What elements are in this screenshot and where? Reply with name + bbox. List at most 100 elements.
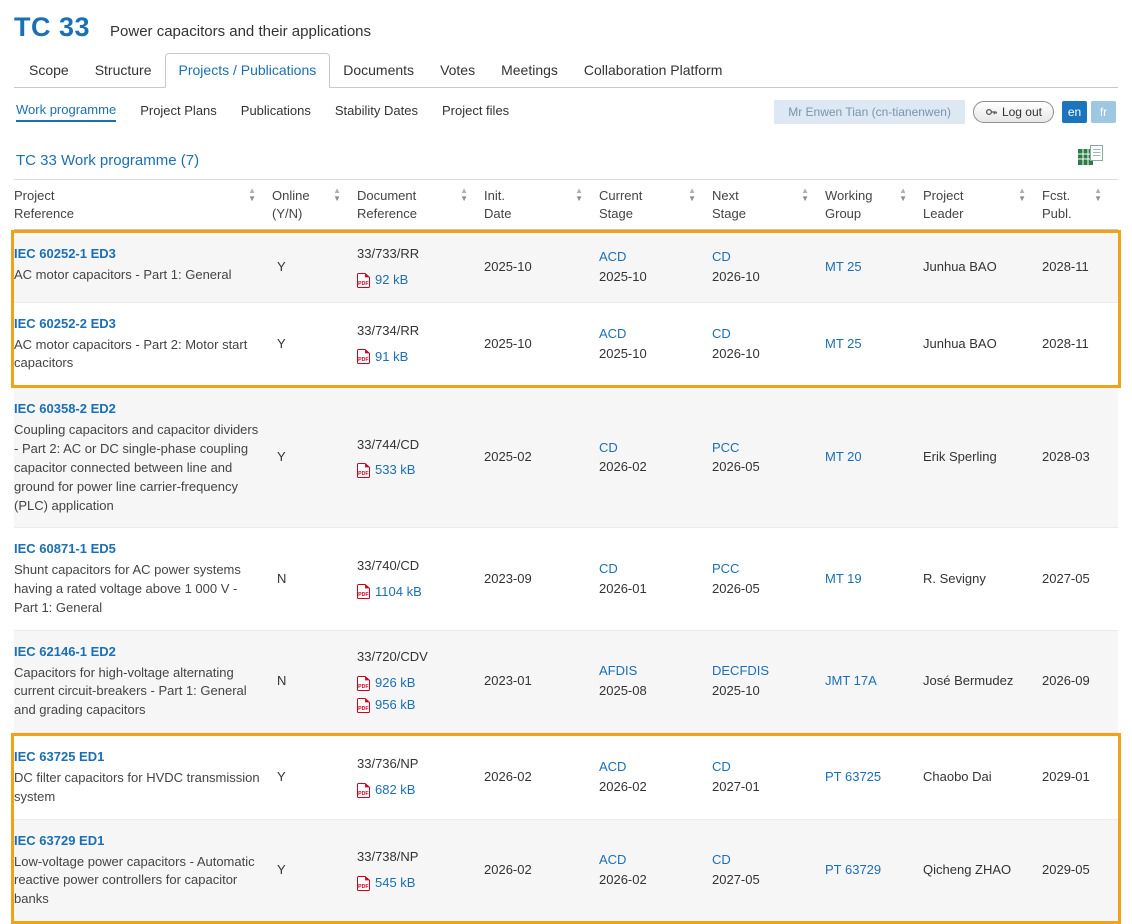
next-stage-link[interactable]: PCC <box>712 439 815 458</box>
column-label: Date <box>484 205 511 223</box>
next-stage-link[interactable]: CD <box>712 758 815 777</box>
pdf-file: PDF92 kB <box>357 271 474 290</box>
pdf-size-link[interactable]: 92 kB <box>375 271 408 290</box>
pdf-file: PDF 545 kB <box>357 874 474 893</box>
init-date: 2023-09 <box>484 528 599 629</box>
sort-desc-icon[interactable]: ▼ <box>1018 195 1026 203</box>
excel-export-icon[interactable] <box>1077 144 1116 169</box>
sort-desc-icon[interactable]: ▼ <box>899 195 907 203</box>
online-flag: N <box>272 528 357 629</box>
subtab-project-files[interactable]: Project files <box>442 103 509 121</box>
column-header-online[interactable]: Online(Y/N)▲▼ <box>272 180 357 229</box>
current-stage-link[interactable]: AFDIS <box>599 662 702 681</box>
next-stage-link[interactable]: PCC <box>712 560 815 579</box>
page-title: TC 33 Work programme (7) <box>16 152 199 169</box>
next-stage-date: 2026-05 <box>712 580 815 599</box>
pdf-file: PDF91 kB <box>357 348 474 367</box>
next-stage-date: 2026-10 <box>712 345 815 364</box>
current-stage-link[interactable]: ACD <box>599 248 702 267</box>
pdf-size-link[interactable]: 533 kB <box>375 461 415 480</box>
sort-desc-icon[interactable]: ▼ <box>575 195 583 203</box>
sort-arrows[interactable]: ▲▼ <box>1018 187 1026 202</box>
sub-navigation: Work programme Project Plans Publications S… <box>14 88 1118 130</box>
working-group-link[interactable]: MT 20 <box>825 448 913 467</box>
working-group-link[interactable]: JMT 17A <box>825 672 913 691</box>
next-stage-link[interactable]: CD <box>712 851 815 870</box>
current-stage-link[interactable]: CD <box>599 439 702 458</box>
working-group-link[interactable]: PT 63729 <box>825 861 913 880</box>
project-reference-link[interactable]: IEC 60871-1 ED5 <box>14 540 262 559</box>
sort-desc-icon[interactable]: ▼ <box>333 195 341 203</box>
subtab-work-programme[interactable]: Work programme <box>16 102 116 122</box>
sort-desc-icon[interactable]: ▼ <box>248 195 256 203</box>
tab-documents[interactable]: Documents <box>330 54 427 87</box>
column-header-project-reference[interactable]: ProjectReference▲▼ <box>14 180 272 229</box>
logout-button[interactable]: Log out <box>973 101 1054 123</box>
sort-desc-icon[interactable]: ▼ <box>1094 195 1102 203</box>
tab-structure[interactable]: Structure <box>82 54 165 87</box>
working-group-link[interactable]: MT 19 <box>825 570 913 589</box>
pdf-icon: PDF <box>357 584 370 599</box>
highlight-group: IEC 63725 ED1DC filter capacitors for HV… <box>11 733 1121 924</box>
sort-arrows[interactable]: ▲▼ <box>248 187 256 202</box>
tab-meetings[interactable]: Meetings <box>488 54 571 87</box>
document-reference: 33/733/RR <box>357 245 474 264</box>
subtab-project-plans[interactable]: Project Plans <box>140 103 217 121</box>
sort-arrows[interactable]: ▲▼ <box>575 187 583 202</box>
tab-votes[interactable]: Votes <box>427 54 488 87</box>
column-label: Stage <box>599 205 642 223</box>
column-header-init-date[interactable]: Init.Date▲▼ <box>484 180 599 229</box>
language-en[interactable]: en <box>1062 101 1087 123</box>
working-group-link[interactable]: MT 25 <box>825 258 913 277</box>
pdf-size-link[interactable]: 91 kB <box>375 348 408 367</box>
column-header-working-group[interactable]: WorkingGroup▲▼ <box>825 180 923 229</box>
sort-arrows[interactable]: ▲▼ <box>801 187 809 202</box>
column-header-forecast-publication[interactable]: Fcst.Publ.▲▼ <box>1042 180 1118 229</box>
project-reference-link[interactable]: IEC 63725 ED1 <box>14 748 262 767</box>
project-reference-link[interactable]: IEC 62146-1 ED2 <box>14 643 262 662</box>
current-stage-link[interactable]: ACD <box>599 758 702 777</box>
project-title: Shunt capacitors for AC power systems ha… <box>14 561 262 618</box>
sort-desc-icon[interactable]: ▼ <box>460 195 468 203</box>
language-fr[interactable]: fr <box>1091 101 1116 123</box>
pdf-size-link[interactable]: 1104 kB <box>375 583 422 602</box>
project-reference-link[interactable]: IEC 60252-1 ED3 <box>14 245 262 264</box>
subtab-publications[interactable]: Publications <box>241 103 311 121</box>
next-stage-link[interactable]: CD <box>712 248 815 267</box>
column-header-current-stage[interactable]: CurrentStage▲▼ <box>599 180 712 229</box>
subtab-stability-dates[interactable]: Stability Dates <box>335 103 418 121</box>
pdf-icon: PDF <box>357 783 370 798</box>
column-label: Publ. <box>1042 205 1072 223</box>
project-reference-link[interactable]: IEC 60252-2 ED3 <box>14 315 262 334</box>
sort-arrows[interactable]: ▲▼ <box>1094 187 1102 202</box>
column-label: (Y/N) <box>272 205 310 223</box>
current-stage-link[interactable]: ACD <box>599 325 702 344</box>
tab-scope[interactable]: Scope <box>16 54 82 87</box>
sort-desc-icon[interactable]: ▼ <box>688 195 696 203</box>
project-reference-link[interactable]: IEC 60358-2 ED2 <box>14 400 262 419</box>
tab-projects-publications[interactable]: Projects / Publications <box>165 53 331 88</box>
column-header-document-reference[interactable]: DocumentReference▲▼ <box>357 180 484 229</box>
sort-arrows[interactable]: ▲▼ <box>688 187 696 202</box>
sort-arrows[interactable]: ▲▼ <box>899 187 907 202</box>
working-group-link[interactable]: MT 25 <box>825 335 913 354</box>
column-label: Leader <box>923 205 963 223</box>
current-stage-link[interactable]: ACD <box>599 851 702 870</box>
sort-arrows[interactable]: ▲▼ <box>460 187 468 202</box>
next-stage-link[interactable]: CD <box>712 325 815 344</box>
pdf-size-link[interactable]: 956 kB <box>375 696 415 715</box>
language-switcher: enfr <box>1062 101 1116 123</box>
project-leader: Chaobo Dai <box>923 736 1042 819</box>
pdf-size-link[interactable]: 682 kB <box>375 781 415 800</box>
tab-collaboration-platform[interactable]: Collaboration Platform <box>571 54 736 87</box>
pdf-size-link[interactable]: 545 kB <box>375 874 415 893</box>
column-header-next-stage[interactable]: NextStage▲▼ <box>712 180 825 229</box>
working-group-link[interactable]: PT 63725 <box>825 768 913 787</box>
sort-desc-icon[interactable]: ▼ <box>801 195 809 203</box>
current-stage-link[interactable]: CD <box>599 560 702 579</box>
svg-text:PDF: PDF <box>358 884 368 890</box>
sort-arrows[interactable]: ▲▼ <box>333 187 341 202</box>
pdf-size-link[interactable]: 926 kB <box>375 674 415 693</box>
next-stage-link[interactable]: DECFDIS <box>712 662 815 681</box>
column-header-project-leader[interactable]: ProjectLeader▲▼ <box>923 180 1042 229</box>
